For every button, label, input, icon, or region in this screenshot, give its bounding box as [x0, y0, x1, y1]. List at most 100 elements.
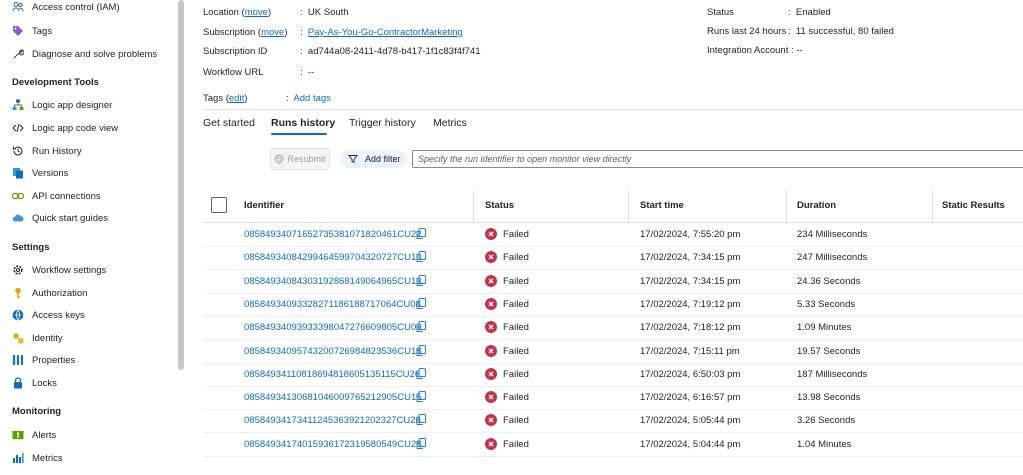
duration-text: 19.57 Seconds — [797, 345, 861, 357]
sidebar-item-properties[interactable]: Properties — [0, 349, 172, 371]
table-row[interactable]: 08584934093328271186188717064CU08 Failed 1… — [185, 294, 1023, 317]
run-identifier-link[interactable]: 08584934093328271186188717064CU08 — [244, 299, 421, 310]
main-content: Location (move) : UK South Subscription … — [185, 0, 1023, 475]
copy-icon[interactable] — [416, 321, 426, 333]
column-header-duration[interactable]: Duration — [797, 200, 836, 211]
people-icon — [12, 1, 24, 13]
duration-text: 13.98 Seconds — [797, 392, 861, 404]
table-row[interactable]: 08584934084303192868149064965CU13 Failed 1… — [185, 271, 1023, 294]
resubmit-icon — [274, 154, 284, 164]
sidebar-item-logic-app-code-view[interactable]: Logic app code view — [0, 117, 172, 139]
table-row[interactable]: 08584934095743200726984823536CU18 Failed 1… — [185, 341, 1023, 364]
sidebar-item-access-control[interactable]: Access control (IAM) — [0, 0, 172, 18]
row-divider — [203, 455, 1023, 457]
sidebar-item-metrics[interactable]: Metrics — [0, 447, 172, 469]
location-move-link[interactable]: move — [245, 7, 268, 18]
sidebar-item-workflow-settings[interactable]: Workflow settings — [0, 259, 172, 281]
subscription-move-link[interactable]: move — [261, 27, 284, 38]
column-separator — [473, 190, 474, 222]
sidebar-item-alerts[interactable]: Alerts — [0, 424, 172, 446]
api-connection-icon — [12, 190, 24, 202]
sidebar-item-api-connections[interactable]: API connections — [0, 185, 172, 207]
sidebar-item-quick-start-guides[interactable]: Quick start guides — [0, 207, 172, 229]
failed-status-icon — [485, 391, 497, 404]
table-row[interactable]: 08584934110818694818605135115CU26 Failed 1… — [185, 364, 1023, 387]
column-header-start-time[interactable]: Start time — [640, 200, 684, 211]
status-text: Failed — [503, 229, 529, 240]
alerts-icon — [12, 429, 24, 441]
table-row[interactable]: 08584934130681046009765212905CU15 Failed 1… — [185, 387, 1023, 411]
versions-icon — [12, 167, 24, 179]
failed-status-icon — [485, 228, 497, 240]
table-row[interactable]: 08584934093933398047276609805CU09 Failed 1… — [185, 317, 1023, 341]
copy-icon[interactable] — [416, 251, 426, 263]
add-filter-button[interactable]: Add filter — [340, 150, 407, 168]
column-header-static-results[interactable]: Static Results — [942, 200, 1005, 211]
run-identifier-link[interactable]: 08584934095743200726984823536CU18 — [244, 346, 422, 357]
run-identifier-link[interactable]: 08584934071652735381071820461CU22 — [244, 229, 422, 240]
subscription-link[interactable]: Pay-As-You-Go-ContractorMarketing — [308, 27, 463, 38]
start-time-text: 17/02/2024, 5:04:44 pm — [640, 438, 741, 450]
duration-text: 187 Milliseconds — [797, 368, 868, 380]
table-row[interactable]: 08584934174015936172319580549CU28 Failed 1… — [185, 434, 1023, 457]
tab-metrics[interactable]: Metrics — [433, 117, 467, 129]
section-heading-development-tools: Development Tools — [12, 77, 99, 88]
copy-icon[interactable] — [416, 228, 426, 240]
sidebar-scrollbar[interactable] — [178, 0, 184, 370]
sidebar-item-label: Locks — [32, 377, 57, 389]
copy-icon[interactable] — [416, 298, 426, 310]
copy-icon[interactable] — [416, 391, 426, 403]
tab-trigger-history[interactable]: Trigger history — [349, 117, 416, 129]
duration-text: 24.36 Seconds — [797, 275, 861, 287]
location-label: Location (move) — [203, 7, 272, 18]
column-header-status[interactable]: Status — [485, 200, 514, 211]
add-filter-label: Add filter — [365, 154, 401, 164]
start-time-text: 17/02/2024, 6:16:57 pm — [640, 392, 741, 404]
sidebar-item-versions[interactable]: Versions — [0, 162, 172, 184]
run-identifier-link[interactable]: 08584934173411245363921202327CU28 — [244, 415, 421, 426]
sidebar-item-label: Run History — [32, 145, 82, 157]
add-tags-link[interactable]: Add tags — [293, 93, 331, 104]
table-row[interactable]: 08584934173411245363921202327CU28 Failed 1… — [185, 410, 1023, 434]
start-time-text: 17/02/2024, 7:55:20 pm — [640, 229, 741, 240]
tab-get-started[interactable]: Get started — [203, 117, 255, 129]
status-text: Failed — [503, 368, 529, 380]
table-row[interactable]: 08584934071652735381071820461CU22 Failed 1… — [185, 224, 1023, 247]
tags-edit-link[interactable]: edit — [229, 93, 244, 104]
sidebar: Access control (IAM) Tags Diagnose and s… — [0, 0, 172, 475]
tab-active-indicator — [271, 133, 327, 135]
copy-icon[interactable] — [416, 344, 426, 357]
sidebar-item-diagnose[interactable]: Diagnose and solve problems — [0, 43, 172, 65]
lock-icon — [12, 377, 24, 389]
section-heading-settings: Settings — [12, 242, 50, 253]
copy-icon[interactable] — [416, 437, 426, 450]
sidebar-item-run-history[interactable]: Run History — [0, 140, 172, 162]
run-identifier-link[interactable]: 08584934130681046009765212905CU15 — [244, 392, 422, 403]
sidebar-item-tags[interactable]: Tags — [0, 20, 172, 42]
select-all-checkbox[interactable] — [211, 197, 227, 213]
column-header-identifier[interactable]: Identifier — [244, 200, 284, 211]
table-row[interactable]: 08584934084299464599704320727CU10 Failed 1… — [185, 247, 1023, 271]
run-identifier-link[interactable]: 08584934093933398047276609805CU09 — [244, 322, 422, 333]
run-identifier-link[interactable]: 08584934174015936172319580549CU28 — [244, 439, 422, 450]
status-value: : Enabled — [788, 7, 831, 18]
run-identifier-link[interactable]: 08584934084303192868149064965CU13 — [244, 276, 422, 287]
runs-24h-value: : 11 successful, 80 failed — [788, 26, 894, 37]
sidebar-item-label: Versions — [32, 167, 69, 179]
tab-runs-history[interactable]: Runs history — [271, 117, 335, 129]
sidebar-item-identity[interactable]: Identity — [0, 327, 172, 349]
resubmit-label: Resubmit — [287, 154, 326, 164]
subscription-id-label: Subscription ID — [203, 46, 268, 57]
sidebar-item-locks[interactable]: Locks — [0, 372, 172, 394]
copy-icon[interactable] — [416, 367, 426, 380]
column-separator — [932, 190, 933, 222]
copy-icon[interactable] — [416, 414, 426, 426]
resubmit-button[interactable]: Resubmit — [270, 148, 330, 170]
sidebar-item-logic-app-designer[interactable]: Logic app designer — [0, 94, 172, 116]
run-identifier-search-input[interactable]: Specify the run identifier to open monit… — [412, 150, 1023, 168]
run-identifier-link[interactable]: 08584934084299464599704320727CU10 — [244, 252, 422, 263]
sidebar-item-access-keys[interactable]: Access keys — [0, 304, 172, 326]
copy-icon[interactable] — [416, 274, 426, 287]
sidebar-item-authorization[interactable]: Authorization — [0, 282, 172, 304]
run-identifier-link[interactable]: 08584934110818694818605135115CU26 — [244, 369, 420, 380]
